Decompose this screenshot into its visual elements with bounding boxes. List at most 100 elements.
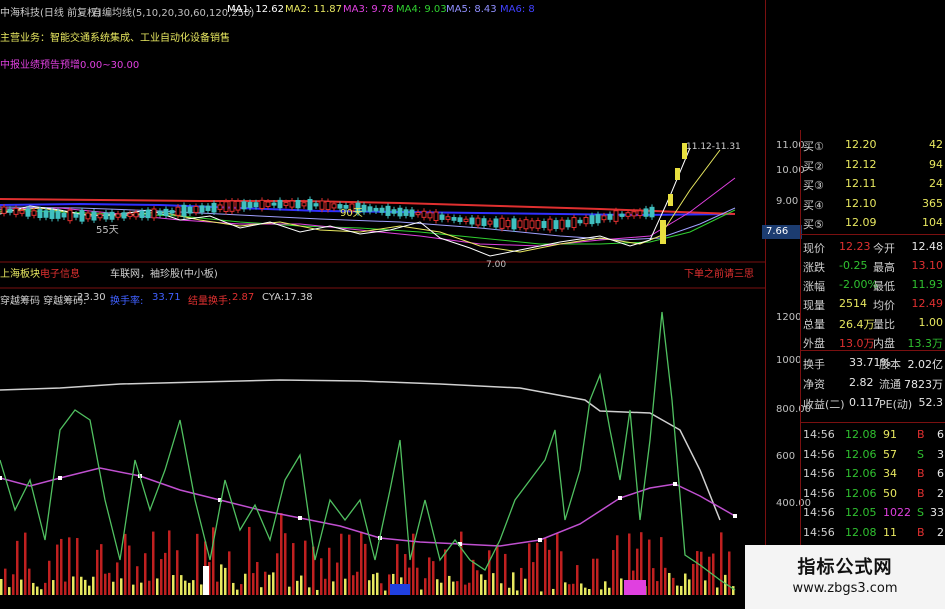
volume-bar — [148, 580, 151, 595]
chart-area[interactable]: 中海科技(日线 前复权) 自编均线(5,10,20,30,60,120,250)… — [0, 0, 765, 609]
candle-body — [37, 209, 43, 219]
volume-bar — [508, 587, 511, 595]
volume-bar — [156, 578, 159, 595]
bid-volume: 42 — [929, 138, 943, 151]
stat-value: 12.49 — [911, 297, 944, 310]
bid-label: 买① — [803, 140, 824, 153]
volume-bar — [380, 583, 383, 595]
volume-bar — [68, 537, 71, 595]
stat-label: 净资 — [803, 378, 825, 391]
volume-bar — [436, 579, 439, 595]
trade-time: 14:56 — [803, 506, 835, 519]
stat-label: 均价 — [873, 299, 895, 312]
candle-body — [115, 213, 121, 218]
volume-bar — [8, 587, 11, 595]
candle-body — [385, 205, 391, 216]
candle-body — [223, 201, 229, 213]
sector-tag[interactable]: 电子信息 — [40, 265, 80, 280]
candle-body — [187, 206, 193, 214]
volume-bar — [36, 586, 39, 595]
candle-body — [469, 217, 475, 225]
indicator-axis-tick: 1200 — [776, 312, 802, 323]
volume-bar — [444, 549, 447, 595]
trade-price: 12.06 — [845, 467, 877, 480]
bid-label: 买③ — [803, 179, 824, 192]
bid-row[interactable]: 买② 12.12 94 — [801, 156, 945, 175]
candle-body — [19, 210, 25, 214]
volume-bar — [720, 532, 723, 595]
volume-bar — [660, 537, 663, 595]
candle-body — [301, 202, 307, 207]
trade-time: 14:56 — [803, 447, 835, 461]
candle-body — [571, 217, 577, 229]
volume-bar — [608, 587, 611, 595]
candle-body — [79, 210, 85, 222]
stat-label: PE(动) — [879, 398, 913, 411]
stat-value: 13.10 — [911, 259, 944, 272]
candle-body — [649, 206, 655, 218]
trade-side: S — [917, 506, 924, 519]
trade-volume: 11 — [883, 525, 897, 539]
candle-body — [397, 207, 403, 217]
volume-bar — [12, 574, 15, 595]
cya-label: CYA: — [262, 292, 285, 303]
candle-body — [193, 205, 199, 213]
volume-bar — [572, 583, 575, 595]
bid-row[interactable]: 买① 12.20 42 — [801, 136, 945, 155]
watermark-url: www.zbgs3.com — [792, 581, 898, 596]
candle-body — [613, 210, 619, 222]
trade-row: 14:56 12.08 91 B 6 — [801, 426, 945, 445]
stat-value: 7823万 — [904, 378, 943, 391]
candle-body — [565, 219, 571, 228]
candle-body — [259, 199, 265, 210]
volume-bar — [244, 573, 247, 595]
volume-bar — [576, 565, 579, 595]
candle-body — [169, 210, 175, 214]
current-price-marker: 7.66 — [762, 225, 802, 239]
volume-bar — [564, 582, 567, 595]
volume-bar — [656, 581, 659, 595]
volume-bar — [24, 532, 27, 595]
volume-bar — [52, 580, 55, 595]
volume-bar — [680, 585, 683, 595]
stat-value: 52.3 — [918, 396, 944, 409]
stat-label: 流通 — [879, 378, 901, 391]
axis-tick: 9.00 — [776, 196, 799, 207]
stat-value: 2.82 — [849, 376, 874, 389]
volume-bar-highlight — [203, 566, 209, 595]
volume-bar — [44, 582, 47, 595]
volume-bar — [260, 587, 263, 595]
volume-bar — [160, 559, 163, 595]
volume-bar — [452, 581, 455, 595]
volume-bar — [140, 582, 143, 595]
candle-body — [331, 203, 337, 209]
candle-body — [199, 205, 205, 213]
stat-row: 现量 2514 均价 12.49 — [801, 295, 945, 314]
candle-body — [1, 206, 7, 214]
bid-row[interactable]: 买⑤ 12.09 104 — [801, 214, 945, 233]
candle-body — [109, 211, 115, 220]
volume-bar — [356, 571, 359, 595]
volume-bar — [172, 575, 175, 595]
trade-volume: 1022 — [883, 506, 911, 519]
volume-bar — [692, 563, 695, 595]
volume-bar — [352, 575, 355, 595]
volume-bar — [340, 533, 343, 595]
stat-row: 收益(二) 0.117 PE(动) 52.3 — [801, 394, 945, 413]
bid-row[interactable]: 买④ 12.10 365 — [801, 195, 945, 214]
volume-bar — [256, 562, 259, 595]
watermark: 指标公式网 www.zbgs3.com — [745, 545, 945, 609]
volume-bar — [84, 579, 87, 595]
volume-bar — [324, 578, 327, 595]
volume-bar — [372, 574, 375, 595]
bid-row[interactable]: 买③ 12.11 24 — [801, 175, 945, 194]
volume-bar — [120, 578, 123, 595]
trade-time: 14:56 — [803, 467, 835, 480]
volume-bar — [440, 582, 443, 595]
volume-bar — [464, 584, 467, 595]
volume-bar — [292, 543, 295, 595]
stat-row: 总量 26.4万 量比 1.00 — [801, 314, 945, 333]
candle-body — [439, 214, 445, 220]
candle-body — [175, 206, 181, 216]
candle-body — [487, 220, 493, 225]
